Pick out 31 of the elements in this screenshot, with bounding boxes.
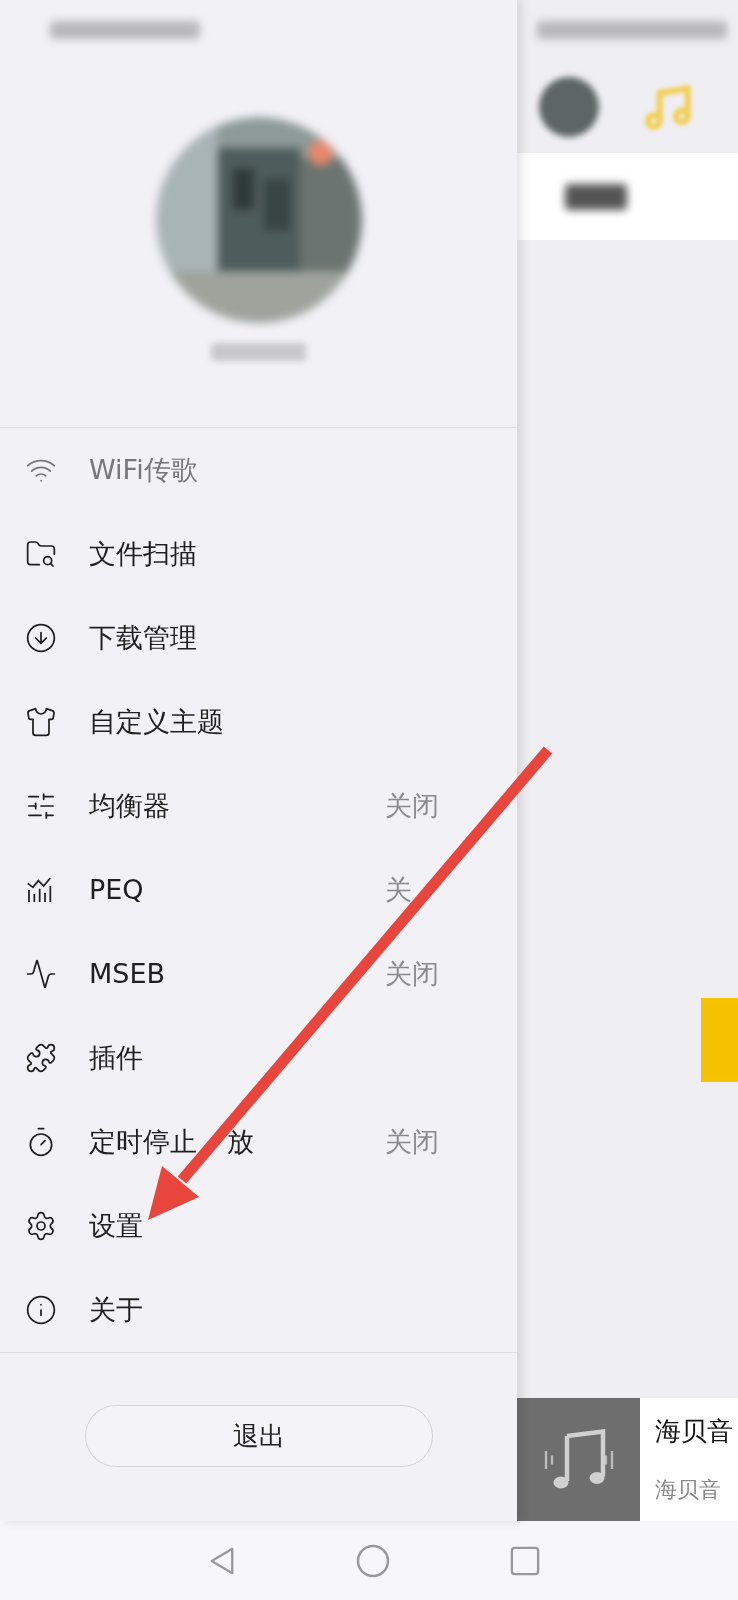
menu-item-label[interactable]: 定时停止 xyxy=(89,1121,197,1163)
shirt-icon xyxy=(25,706,57,738)
blurred-tab-label[interactable] xyxy=(565,183,627,210)
sliders-icon xyxy=(25,790,57,822)
mini-player[interactable]: 海贝音 海贝音 xyxy=(517,1398,738,1521)
menu-item-label[interactable]: 插件 xyxy=(89,1037,143,1079)
settings-icon xyxy=(25,1210,57,1242)
recents-icon[interactable] xyxy=(510,1545,540,1576)
menu-item-label[interactable]: 放 xyxy=(227,1121,254,1163)
folder-search-icon xyxy=(25,538,57,570)
puzzle-icon xyxy=(25,1042,57,1074)
menu-item-label[interactable]: 下载管理 xyxy=(89,617,197,659)
menu-item-label[interactable]: 文件扫描 xyxy=(89,533,197,575)
menu-item-status: 关闭 xyxy=(385,788,440,823)
menu-item-label[interactable]: 设置 xyxy=(89,1205,143,1247)
menu-item-label[interactable]: 关于 xyxy=(89,1289,143,1331)
menu-item-label[interactable]: PEQ xyxy=(89,869,144,911)
song-artist: 海贝音 xyxy=(655,1476,722,1504)
pulse-icon xyxy=(25,958,57,990)
avatar-icon[interactable] xyxy=(539,76,599,137)
home-icon[interactable] xyxy=(356,1543,390,1578)
menu-item-label[interactable]: 均衡器 xyxy=(89,785,170,827)
menu-item-label[interactable]: 自定义主题 xyxy=(89,701,224,743)
info-icon xyxy=(25,1294,57,1326)
menu-item-status: 关闭 xyxy=(385,1124,440,1159)
menu-item-label[interactable]: MSEB xyxy=(89,953,166,995)
download-icon xyxy=(25,622,57,654)
menu-item-status: 关闭 xyxy=(385,956,440,991)
song-title: 海贝音 xyxy=(655,1415,733,1448)
logout-button[interactable]: 退出 xyxy=(84,1405,433,1467)
menu-item-status: 关 xyxy=(385,872,413,907)
